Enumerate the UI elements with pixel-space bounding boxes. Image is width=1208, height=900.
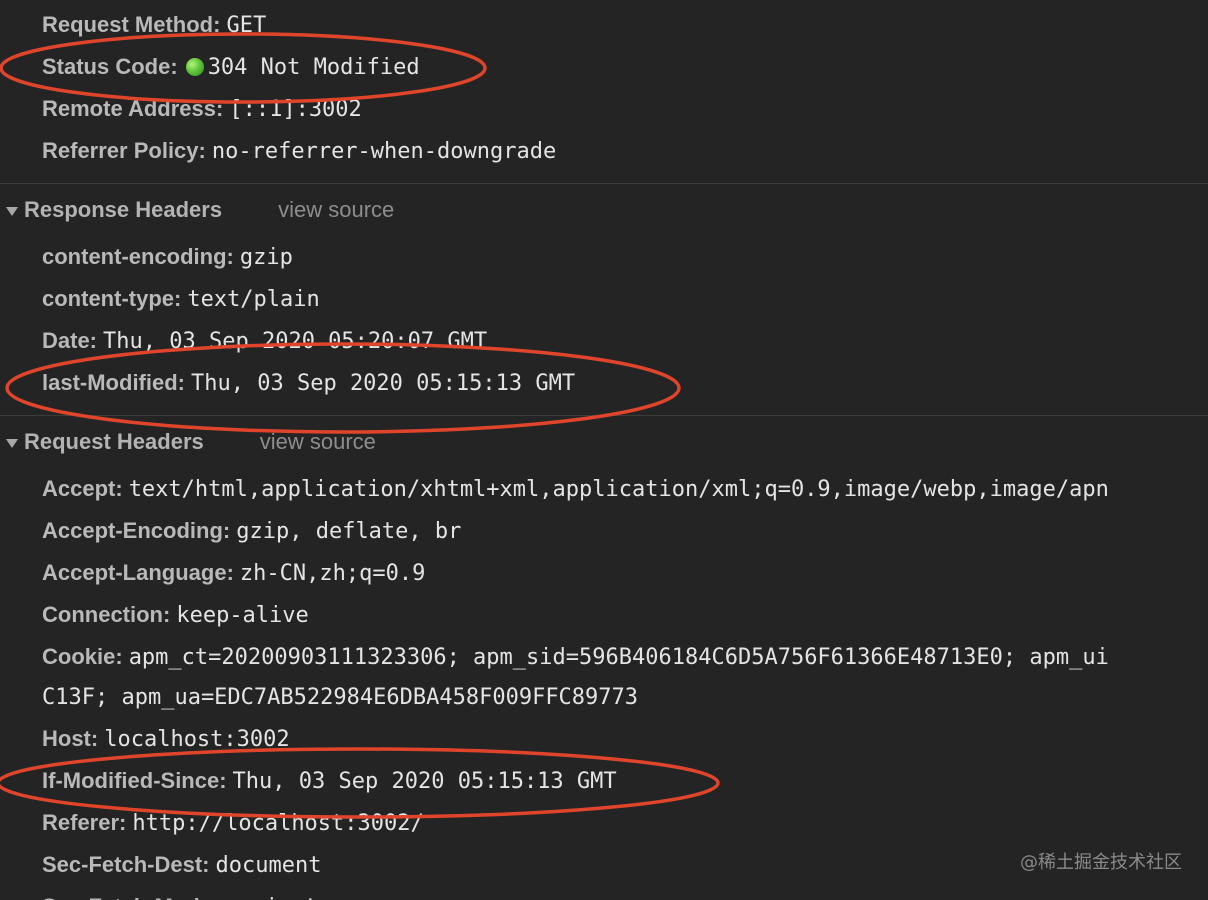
general-row-referrer-policy: Referrer Policy: no-referrer-when-downgra…: [42, 130, 556, 172]
header-key: Accept:: [42, 476, 123, 501]
request-row-accept-encoding: Accept-Encoding: gzip, deflate, br: [42, 510, 461, 552]
request-row-sec-fetch-dest: Sec-Fetch-Dest: document: [42, 844, 321, 886]
request-row-connection: Connection: keep-alive: [42, 594, 309, 636]
header-value: Thu, 03 Sep 2020 05:15:13 GMT: [191, 371, 576, 396]
header-value: http://localhost:3002/: [132, 811, 424, 836]
header-value: zh-CN,zh;q=0.9: [239, 561, 426, 586]
header-value: C13F; apm_ua=EDC7AB522984E6DBA458F009FFC…: [42, 685, 639, 710]
expand-triangle-icon: [6, 206, 18, 216]
header-key: Sec-Fetch-Mode:: [42, 894, 219, 900]
header-key: content-encoding:: [42, 244, 234, 269]
header-key: content-type:: [42, 286, 182, 311]
response-row-date: Date: Thu, 03 Sep 2020 05:20:07 GMT: [42, 320, 487, 362]
expand-triangle-icon: [6, 438, 18, 448]
request-row-referer: Referer: http://localhost:3002/: [42, 802, 424, 844]
header-value: keep-alive: [176, 603, 309, 628]
header-value: Thu, 03 Sep 2020 05:20:07 GMT: [103, 329, 488, 354]
view-source-link[interactable]: view source: [260, 429, 376, 454]
header-key: Connection:: [42, 602, 171, 627]
request-row-sec-fetch-mode: Sec-Fetch-Mode: navigate: [42, 886, 331, 900]
section-divider: [0, 415, 1208, 416]
header-key: Accept-Language:: [42, 560, 234, 585]
status-code-value: 304 Not Modified: [207, 55, 420, 80]
header-value: localhost:3002: [104, 727, 290, 752]
header-key: Sec-Fetch-Dest:: [42, 852, 210, 877]
header-key: Cookie:: [42, 644, 123, 669]
status-ok-icon: [185, 57, 204, 76]
header-value: document: [215, 853, 322, 878]
header-key: Referrer Policy:: [42, 138, 206, 163]
header-value: GET: [226, 13, 267, 38]
header-key: Referer:: [42, 810, 127, 835]
header-key: Host:: [42, 726, 99, 751]
response-row-content-type: content-type: text/plain: [42, 278, 320, 320]
request-row-cookie: Cookie: apm_ct=20200903111323306; apm_sid…: [42, 636, 1109, 678]
header-value: no-referrer-when-downgrade: [211, 139, 557, 164]
response-row-last-modified: last-Modified: Thu, 03 Sep 2020 05:15:13 …: [42, 362, 575, 404]
watermark: @稀土掘金技术社区: [1020, 852, 1182, 873]
header-value: gzip: [239, 245, 293, 270]
header-value: [::1]:3002: [229, 97, 362, 122]
header-value: apm_ct=20200903111323306; apm_sid=596B40…: [128, 645, 1109, 670]
header-value: Thu, 03 Sep 2020 05:15:13 GMT: [232, 769, 617, 794]
general-row-remote-address: Remote Address: [::1]:3002: [42, 88, 362, 130]
request-row-accept: Accept: text/html,application/xhtml+xml,a…: [42, 468, 1109, 510]
header-value: text/html,application/xhtml+xml,applicat…: [128, 477, 1109, 502]
header-key: Accept-Encoding:: [42, 518, 231, 543]
response-headers-toggle[interactable]: Response Headers view source: [6, 188, 394, 232]
header-key: Request Method:: [42, 12, 221, 37]
request-row-host: Host: localhost:3002: [42, 718, 290, 760]
section-title: Response Headers: [24, 197, 223, 222]
header-value: gzip, deflate, br: [236, 519, 462, 544]
response-row-content-encoding: content-encoding: gzip: [42, 236, 293, 278]
section-title: Request Headers: [24, 429, 204, 454]
general-row-request-method: Request Method: GET: [42, 4, 266, 46]
header-value: text/plain: [187, 287, 320, 312]
request-row-accept-language: Accept-Language: zh-CN,zh;q=0.9: [42, 552, 425, 594]
header-key: last-Modified:: [42, 370, 185, 395]
header-key: Remote Address:: [42, 96, 224, 121]
view-source-link[interactable]: view source: [278, 197, 394, 222]
header-key: If-Modified-Since:: [42, 768, 227, 793]
header-key: Status Code:: [42, 54, 178, 79]
header-key: Date:: [42, 328, 98, 353]
request-row-cookie-continued: C13F; apm_ua=EDC7AB522984E6DBA458F009FFC…: [42, 676, 638, 718]
request-row-if-modified-since: If-Modified-Since: Thu, 03 Sep 2020 05:15…: [42, 760, 617, 802]
request-headers-toggle[interactable]: Request Headers view source: [6, 420, 376, 464]
general-row-status-code: Status Code: 304 Not Modified: [42, 46, 420, 88]
header-value: navigate: [225, 895, 331, 900]
section-divider: [0, 183, 1208, 184]
